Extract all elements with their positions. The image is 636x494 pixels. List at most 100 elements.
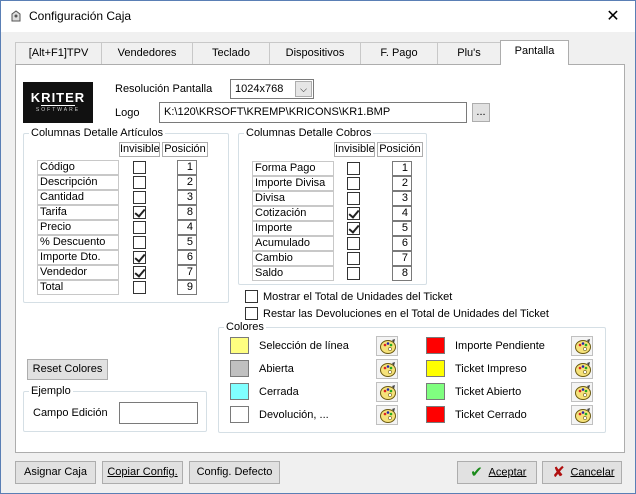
color-label: Ticket Cerrado	[455, 409, 527, 421]
tab-fpago[interactable]: F. Pago	[360, 42, 438, 64]
reset-colores-button[interactable]: Reset Colores	[27, 359, 108, 380]
tab-tpv[interactable]: [Alt+F1]TPV	[15, 42, 102, 64]
cobros-position-field[interactable]: 7	[392, 251, 412, 266]
cancelar-button[interactable]: ✘ Cancelar	[542, 461, 622, 484]
cobros-row-label: Cotización	[252, 206, 334, 221]
palette-icon[interactable]	[376, 336, 398, 356]
cobros-title: Columnas Detalle Cobros	[244, 127, 374, 139]
mostrar-total-label: Mostrar el Total de Unidades del Ticket	[263, 291, 453, 303]
cobros-invisible-checkbox[interactable]	[347, 252, 360, 265]
cross-icon: ✘	[552, 464, 565, 481]
articulos-row-label: Código	[37, 160, 119, 175]
cobros-invisible-checkbox[interactable]	[347, 207, 360, 220]
resolution-select[interactable]: 1024x768 ⌵	[230, 79, 314, 99]
palette-icon[interactable]	[376, 405, 398, 425]
tab-dispositivos[interactable]: Dispositivos	[269, 42, 361, 64]
cobros-row-label: Acumulado	[252, 236, 334, 251]
articulos-invisible-checkbox[interactable]	[133, 266, 146, 279]
articulos-invisible-checkbox[interactable]	[133, 191, 146, 204]
app-icon	[11, 10, 21, 22]
cobros-invisible-checkbox[interactable]	[347, 222, 360, 235]
articulos-invisible-checkbox[interactable]	[133, 206, 146, 219]
palette-icon[interactable]	[571, 382, 593, 402]
articulos-position-field[interactable]: 3	[177, 190, 197, 205]
browse-button[interactable]: ...	[472, 103, 490, 122]
articulos-header-invisible: Invisible	[119, 142, 160, 157]
cobros-position-field[interactable]: 3	[392, 191, 412, 206]
articulos-position-field[interactable]: 4	[177, 220, 197, 235]
cobros-position-field[interactable]: 1	[392, 161, 412, 176]
cobros-position-field[interactable]: 2	[392, 176, 412, 191]
articulos-invisible-checkbox[interactable]	[133, 236, 146, 249]
tab-vendedores[interactable]: Vendedores	[101, 42, 193, 64]
logo-label: Logo	[115, 107, 140, 119]
color-swatch	[426, 383, 445, 400]
cobros-header-posicion: Posición	[377, 142, 423, 157]
articulos-invisible-checkbox[interactable]	[133, 251, 146, 264]
color-label: Importe Pendiente	[455, 340, 545, 352]
logo-path-input[interactable]: K:\120\KRSOFT\KREMP\KRICONS\KR1.BMP	[159, 102, 467, 123]
articulos-row-label: Cantidad	[37, 190, 119, 205]
articulos-position-field[interactable]: 9	[177, 280, 197, 295]
palette-icon[interactable]	[376, 359, 398, 379]
articulos-position-field[interactable]: 8	[177, 205, 197, 220]
articulos-position-field[interactable]: 2	[177, 175, 197, 190]
articulos-invisible-checkbox[interactable]	[133, 221, 146, 234]
cobros-position-field[interactable]: 6	[392, 236, 412, 251]
cobros-invisible-checkbox[interactable]	[347, 237, 360, 250]
articulos-row-label: Importe Dto.	[37, 250, 119, 265]
mostrar-total-checkbox[interactable]	[245, 290, 258, 303]
colores-title: Colores	[224, 321, 266, 333]
close-icon[interactable]: ✕	[591, 1, 635, 32]
cobros-invisible-checkbox[interactable]	[347, 162, 360, 175]
color-swatch	[426, 406, 445, 423]
campo-edicion-input[interactable]	[119, 402, 198, 424]
cobros-position-field[interactable]: 5	[392, 221, 412, 236]
color-swatch	[230, 337, 249, 354]
chevron-down-icon[interactable]: ⌵	[295, 81, 312, 97]
articulos-row-label: Vendedor	[37, 265, 119, 280]
tab-teclado[interactable]: Teclado	[192, 42, 270, 64]
cobros-invisible-checkbox[interactable]	[347, 192, 360, 205]
articulos-position-field[interactable]: 5	[177, 235, 197, 250]
copiar-config-button[interactable]: Copiar Config.	[102, 461, 183, 484]
kriter-logo: KRITER SOFTWARE	[23, 82, 93, 123]
palette-icon[interactable]	[571, 336, 593, 356]
palette-icon[interactable]	[376, 382, 398, 402]
palette-icon[interactable]	[571, 359, 593, 379]
color-label: Selección de línea	[259, 340, 349, 352]
articulos-row-label: % Descuento	[37, 235, 119, 250]
cobros-row-label: Forma Pago	[252, 161, 334, 176]
resolution-label: Resolución Pantalla	[115, 83, 213, 95]
palette-icon[interactable]	[571, 405, 593, 425]
articulos-position-field[interactable]: 6	[177, 250, 197, 265]
aceptar-button[interactable]: ✔ Aceptar	[457, 461, 537, 484]
articulos-row-label: Descripción	[37, 175, 119, 190]
cobros-row-label: Importe Divisa	[252, 176, 334, 191]
tab-pantalla[interactable]: Pantalla	[500, 40, 569, 65]
articulos-row-label: Tarifa	[37, 205, 119, 220]
resolution-value: 1024x768	[235, 83, 284, 95]
articulos-invisible-checkbox[interactable]	[133, 281, 146, 294]
checkmark-icon: ✔	[470, 464, 483, 481]
restar-devoluciones-checkbox[interactable]	[245, 307, 258, 320]
asignar-caja-button[interactable]: Asignar Caja	[15, 461, 96, 484]
color-swatch	[230, 360, 249, 377]
cobros-position-field[interactable]: 4	[392, 206, 412, 221]
cobros-row-label: Divisa	[252, 191, 334, 206]
cobros-invisible-checkbox[interactable]	[347, 267, 360, 280]
color-swatch	[230, 406, 249, 423]
color-swatch	[426, 337, 445, 354]
cobros-invisible-checkbox[interactable]	[347, 177, 360, 190]
color-label: Ticket Abierto	[455, 386, 522, 398]
cobros-position-field[interactable]: 8	[392, 266, 412, 281]
articulos-position-field[interactable]: 1	[177, 160, 197, 175]
articulos-invisible-checkbox[interactable]	[133, 176, 146, 189]
tab-plus[interactable]: Plu's	[437, 42, 501, 64]
color-label: Devolución, ...	[259, 409, 329, 421]
color-swatch	[230, 383, 249, 400]
articulos-position-field[interactable]: 7	[177, 265, 197, 280]
articulos-invisible-checkbox[interactable]	[133, 161, 146, 174]
config-defecto-button[interactable]: Config. Defecto	[189, 461, 280, 484]
config-caja-window: Configuración Caja ✕ [Alt+F1]TPV Vendedo…	[0, 0, 636, 494]
